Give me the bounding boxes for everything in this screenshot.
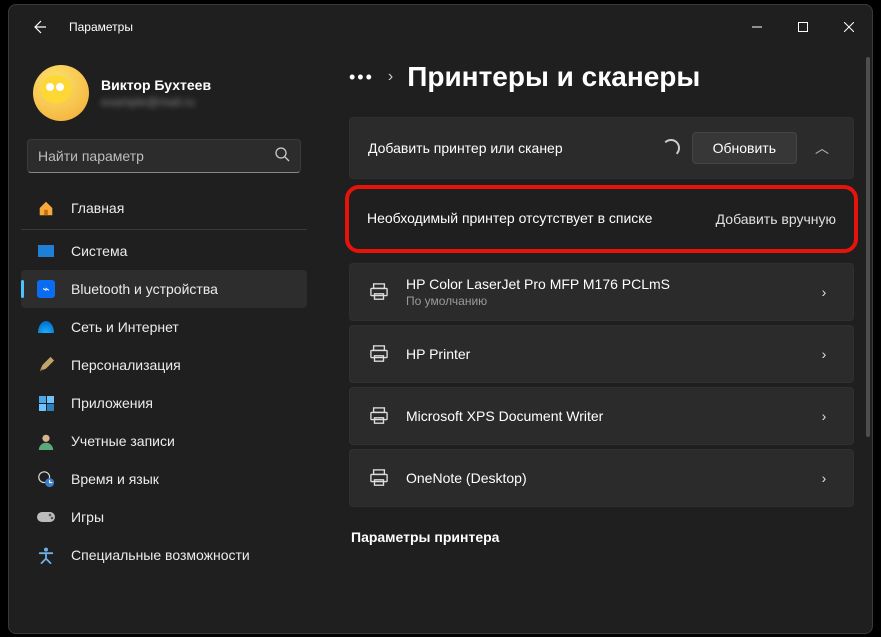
caption-controls	[734, 11, 872, 43]
maximize-button[interactable]	[780, 11, 826, 43]
printer-icon	[368, 407, 390, 425]
gamepad-icon	[35, 510, 57, 524]
sidebar: Виктор Бухтеев example@mail.ru Главная	[9, 49, 319, 633]
close-button[interactable]	[826, 11, 872, 43]
sidebar-item-label: Приложения	[71, 395, 153, 411]
spinner-icon	[662, 139, 680, 157]
sidebar-item-bluetooth[interactable]: ⌁ Bluetooth и устройства	[21, 270, 307, 308]
printer-row[interactable]: Microsoft XPS Document Writer ›	[349, 387, 854, 445]
home-icon	[35, 199, 57, 217]
chevron-right-icon: ›	[809, 463, 839, 493]
profile-name: Виктор Бухтеев	[101, 77, 211, 93]
sidebar-item-time[interactable]: Время и язык	[21, 460, 307, 498]
sidebar-item-label: Игры	[71, 509, 104, 525]
collapse-button[interactable]: ︿	[805, 131, 839, 165]
section-label: Параметры принтера	[351, 529, 854, 545]
sidebar-item-label: Система	[71, 243, 127, 259]
sidebar-item-label: Главная	[71, 200, 124, 216]
accessibility-icon	[35, 546, 57, 564]
apps-icon	[35, 396, 57, 411]
chevron-right-icon: ›	[809, 339, 839, 369]
search-icon	[274, 146, 290, 167]
chevron-right-icon: ›	[809, 401, 839, 431]
sidebar-item-accounts[interactable]: Учетные записи	[21, 422, 307, 460]
sidebar-item-label: Учетные записи	[71, 433, 175, 449]
settings-window: Параметры Виктор Бухтеев example@mail.ru	[8, 4, 873, 634]
missing-printer-row: Необходимый принтер отсутствует в списке…	[345, 185, 858, 253]
printer-name: OneNote (Desktop)	[406, 470, 809, 486]
sidebar-item-accessibility[interactable]: Специальные возможности	[21, 536, 307, 574]
sidebar-item-home[interactable]: Главная	[21, 189, 307, 227]
add-printer-row: Добавить принтер или сканер Обновить ︿	[349, 117, 854, 179]
sidebar-item-personalization[interactable]: Персонализация	[21, 346, 307, 384]
wifi-icon	[35, 321, 57, 333]
printer-sub: По умолчанию	[406, 294, 809, 308]
search-input[interactable]	[38, 148, 274, 164]
add-printer-label: Добавить принтер или сканер	[368, 140, 662, 156]
sidebar-item-label: Время и язык	[71, 471, 159, 487]
printer-name: HP Color LaserJet Pro MFP M176 PCLmS	[406, 276, 809, 292]
printer-row[interactable]: HP Color LaserJet Pro MFP M176 PCLmS По …	[349, 263, 854, 321]
profile-email: example@mail.ru	[101, 95, 211, 109]
scrollbar[interactable]	[866, 57, 870, 437]
refresh-button[interactable]: Обновить	[692, 132, 797, 164]
bluetooth-icon: ⌁	[35, 280, 57, 298]
avatar	[33, 65, 89, 121]
divider	[21, 229, 307, 230]
breadcrumb-more-icon[interactable]: •••	[349, 67, 374, 88]
person-icon	[35, 432, 57, 450]
printer-name: Microsoft XPS Document Writer	[406, 408, 809, 424]
nav-list: Главная Система ⌁ Bluetooth и устройства…	[21, 189, 307, 574]
chevron-right-icon: ›	[809, 277, 839, 307]
sidebar-item-label: Персонализация	[71, 357, 181, 373]
printer-icon	[368, 283, 390, 301]
chevron-up-icon: ︿	[815, 138, 829, 158]
system-icon	[35, 245, 57, 257]
sidebar-item-apps[interactable]: Приложения	[21, 384, 307, 422]
sidebar-item-label: Bluetooth и устройства	[71, 281, 218, 297]
brush-icon	[35, 356, 57, 374]
back-button[interactable]	[25, 13, 53, 41]
titlebar: Параметры	[9, 5, 872, 49]
profile-block[interactable]: Виктор Бухтеев example@mail.ru	[21, 57, 307, 137]
search-box[interactable]	[27, 139, 301, 173]
printer-name: HP Printer	[406, 346, 809, 362]
printer-row[interactable]: OneNote (Desktop) ›	[349, 449, 854, 507]
sidebar-item-label: Сеть и Интернет	[71, 319, 179, 335]
globe-clock-icon	[35, 470, 57, 488]
chevron-right-icon: ›	[388, 68, 393, 86]
page-title: Принтеры и сканеры	[407, 61, 700, 93]
main-content: ••• › Принтеры и сканеры Добавить принте…	[319, 49, 872, 633]
page-header: ••• › Принтеры и сканеры	[349, 61, 854, 93]
sidebar-item-gaming[interactable]: Игры	[21, 498, 307, 536]
sidebar-item-network[interactable]: Сеть и Интернет	[21, 308, 307, 346]
missing-printer-text: Необходимый принтер отсутствует в списке	[367, 209, 716, 229]
printer-icon	[368, 469, 390, 487]
printer-icon	[368, 345, 390, 363]
sidebar-item-label: Специальные возможности	[71, 547, 250, 563]
printer-row[interactable]: HP Printer ›	[349, 325, 854, 383]
add-manually-link[interactable]: Добавить вручную	[716, 211, 836, 227]
window-title: Параметры	[69, 20, 133, 34]
minimize-button[interactable]	[734, 11, 780, 43]
sidebar-item-system[interactable]: Система	[21, 232, 307, 270]
